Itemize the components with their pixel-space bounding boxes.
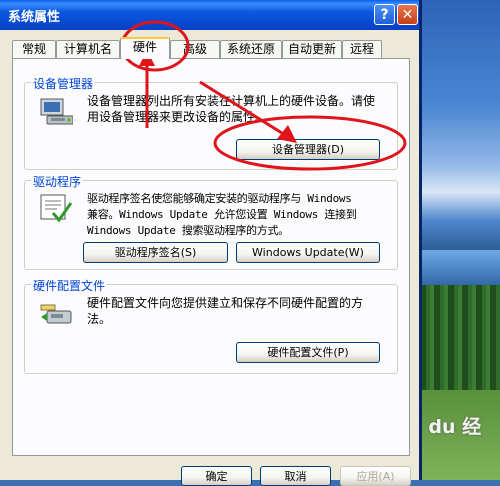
tab-hardware[interactable]: 硬件 — [120, 37, 170, 59]
drivers-group: 驱动程序 驱动程序签名使您能够确定安装的驱动程序与 Windows 兼容。Win… — [24, 173, 398, 270]
desktop-lake — [420, 250, 500, 290]
tab-automatic-updates[interactable]: 自动更新 — [282, 40, 342, 58]
device-manager-legend: 设备管理器 — [31, 75, 96, 92]
title-bar[interactable]: 系统属性 ? ✕ — [0, 0, 419, 30]
device-manager-desc-line2: 用设备管理器来更改设备的属性。 — [87, 110, 268, 124]
driver-signing-icon — [40, 194, 73, 223]
help-button[interactable]: ? — [374, 4, 395, 25]
hardware-profiles-group: 硬件配置文件 硬件配置文件向您提供建立和保存不同硬件配置的方 法。 硬件配置文件… — [24, 277, 398, 374]
device-manager-desc-line1: 设备管理器列出所有安装在计算机上的硬件设备。请使 — [87, 94, 376, 108]
tab-system-restore[interactable]: 系统还原 — [220, 40, 282, 58]
device-manager-group: 设备管理器 设备管理器列出所有安装在计算机上的硬件设备。请使 用设备管理器来更改… — [24, 75, 398, 170]
tab-remote[interactable]: 远程 — [342, 40, 382, 58]
hardware-profiles-icon — [40, 304, 72, 324]
tab-advanced[interactable]: 高级 — [170, 40, 220, 58]
hardware-profiles-button[interactable]: 硬件配置文件(P) — [236, 342, 380, 363]
system-properties-window: 系统属性 ? ✕ 常规 计算机名 硬件 高级 系统还原 自动更新 远程 设备管理… — [0, 0, 422, 486]
tab-general[interactable]: 常规 — [12, 40, 56, 58]
window-title: 系统属性 — [8, 10, 61, 25]
cancel-button[interactable]: 取消 — [260, 466, 331, 486]
windows-update-button[interactable]: Windows Update(W) — [236, 242, 380, 263]
hardware-profiles-legend: 硬件配置文件 — [31, 277, 108, 294]
device-manager-icon — [40, 98, 73, 125]
device-manager-button[interactable]: 设备管理器(D) — [236, 139, 380, 160]
tab-computer-name[interactable]: 计算机名 — [56, 40, 120, 58]
drivers-desc-line2: 兼容。Windows Update 允许您设置 Windows 连接到 — [87, 208, 357, 221]
hardware-profiles-desc-line1: 硬件配置文件向您提供建立和保存不同硬件配置的方 — [87, 296, 364, 310]
drivers-desc-line3: Windows Update 搜索驱动程序的方式。 — [87, 224, 289, 237]
hardware-profiles-desc-line2: 法。 — [87, 312, 112, 326]
drivers-desc-line1: 驱动程序签名使您能够确定安装的驱动程序与 Windows — [87, 192, 352, 205]
driver-signing-button[interactable]: 驱动程序签名(S) — [83, 242, 228, 263]
ok-button[interactable]: 确定 — [181, 466, 252, 486]
drivers-legend: 驱动程序 — [31, 173, 84, 190]
desktop-trees — [420, 285, 500, 395]
close-button[interactable]: ✕ — [397, 4, 418, 25]
apply-button[interactable]: 应用(A) — [340, 466, 411, 486]
